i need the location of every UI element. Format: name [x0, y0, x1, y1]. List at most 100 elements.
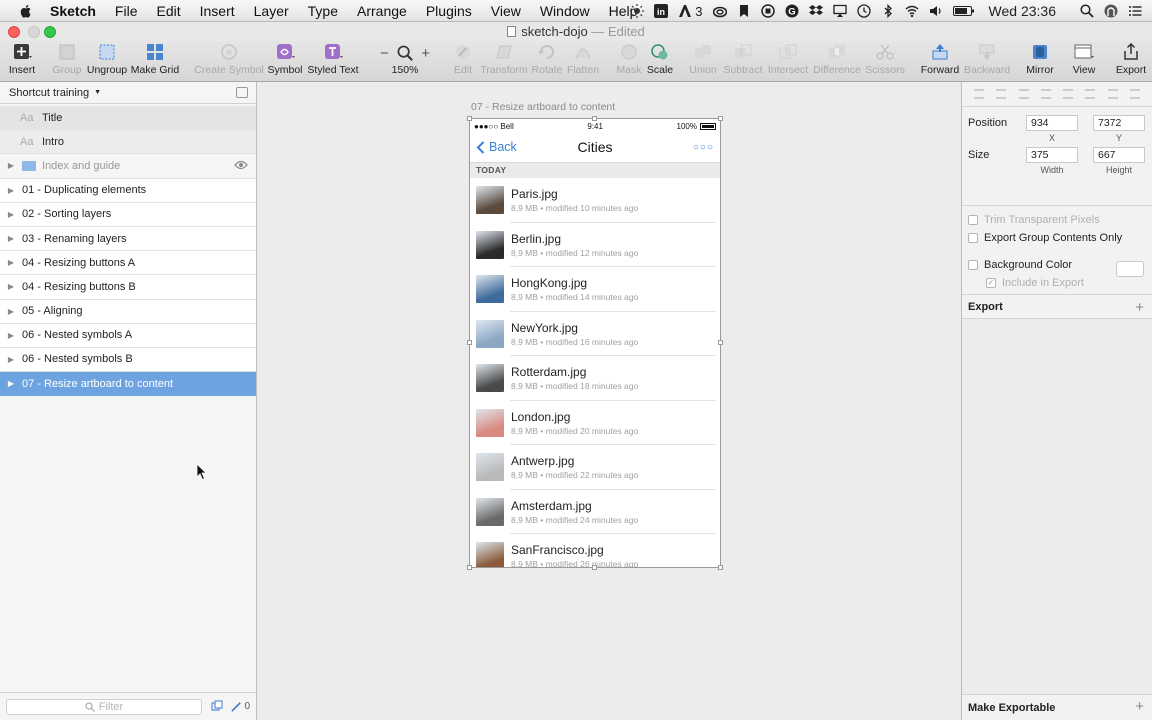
canvas[interactable]: 07 - Resize artboard to content ●●●○○ Be… [257, 82, 961, 720]
height-field[interactable]: 667 [1093, 147, 1145, 163]
list-item[interactable]: Berlin.jpg 8,9 MB • modified 12 minutes a… [470, 223, 720, 268]
disclosure-triangle-icon[interactable]: ▶ [0, 307, 22, 316]
make-exportable-plus-icon[interactable]: + [1135, 698, 1144, 715]
union-button[interactable]: Union [688, 41, 718, 81]
zoom-level[interactable]: 150% [388, 41, 422, 81]
styled-text-button[interactable]: Styled Text [307, 41, 359, 81]
page-picker[interactable]: Shortcut training ▼ [0, 82, 256, 104]
brightness-icon[interactable] [630, 4, 645, 18]
menu-window[interactable]: Window [540, 3, 590, 19]
bookmark-icon[interactable] [737, 4, 751, 18]
difference-button[interactable]: Difference [813, 41, 861, 81]
add-export-icon[interactable]: + [1135, 299, 1144, 316]
layer-row-title[interactable]: Aa Title [0, 106, 256, 131]
transform-button[interactable]: Transform [480, 41, 528, 81]
disclosure-triangle-icon[interactable]: ▶ [0, 210, 22, 219]
resize-handle[interactable] [718, 116, 723, 121]
resize-handle[interactable] [592, 116, 597, 121]
list-item[interactable]: NewYork.jpg 8,9 MB • modified 16 minutes … [470, 312, 720, 357]
resize-handle[interactable] [592, 565, 597, 570]
export-group-contents-checkbox[interactable]: Export Group Contents Only [968, 232, 1122, 244]
adobe-icon[interactable] [678, 4, 692, 18]
forward-button[interactable]: Forward [920, 41, 960, 81]
bluetooth-icon[interactable] [881, 4, 895, 18]
scissors-button[interactable]: Scissors [864, 41, 906, 81]
align-center-icon[interactable] [1018, 89, 1029, 99]
layer-row-index-and-guide[interactable]: ▶ Index and guide [0, 154, 256, 179]
make-exportable-bar[interactable]: Make Exportable + [962, 694, 1152, 720]
align-middle-icon[interactable] [1085, 89, 1096, 99]
disclosure-triangle-icon[interactable]: ▶ [0, 258, 22, 267]
dropbox-icon[interactable] [808, 4, 823, 18]
creative-cloud-icon[interactable] [712, 4, 727, 18]
list-item[interactable]: HongKong.jpg 8,9 MB • modified 14 minutes… [470, 267, 720, 312]
disclosure-triangle-icon[interactable]: ▶ [0, 331, 22, 340]
backward-button[interactable]: Backward [964, 41, 1010, 81]
align-right-icon[interactable] [1040, 89, 1051, 99]
distribute-vertical-icon[interactable] [1129, 89, 1140, 99]
trim-transparent-checkbox[interactable]: Trim Transparent Pixels [968, 214, 1100, 226]
create-symbol-button[interactable]: Create Symbol [194, 41, 264, 81]
resize-handle[interactable] [467, 565, 472, 570]
layer-row-artboard[interactable]: ▶ 06 - Nested symbols A [0, 323, 256, 348]
align-left-icon[interactable] [974, 89, 985, 99]
wifi-icon[interactable] [905, 4, 919, 18]
list-item[interactable]: Amsterdam.jpg 8,9 MB • modified 24 minute… [470, 490, 720, 535]
layer-row-artboard[interactable]: ▶ 05 - Aligning [0, 299, 256, 324]
disclosure-triangle-icon[interactable]: ▶ [0, 186, 22, 195]
linkedin-icon[interactable]: in [654, 4, 669, 18]
layer-row-artboard[interactable]: ▶ 02 - Sorting layers [0, 202, 256, 227]
user-icon[interactable] [1104, 4, 1118, 18]
align-bottom-icon[interactable] [1107, 89, 1118, 99]
more-icon[interactable]: ○○○ [693, 142, 714, 153]
menu-view[interactable]: View [491, 3, 521, 19]
resize-handle[interactable] [467, 116, 472, 121]
layer-row-artboard[interactable]: ▶ 04 - Resizing buttons B [0, 275, 256, 300]
y-field[interactable]: 7372 [1093, 115, 1145, 131]
list-item[interactable]: Rotterdam.jpg 8,9 MB • modified 18 minute… [470, 356, 720, 401]
copy-layers-icon[interactable] [211, 700, 223, 712]
grammarly-icon[interactable]: G [785, 4, 799, 18]
export-button[interactable]: Export [1114, 41, 1148, 81]
layer-row-intro[interactable]: Aa Intro [0, 130, 256, 155]
group-button[interactable]: Group [52, 41, 82, 81]
menu-insert[interactable]: Insert [200, 3, 235, 19]
background-color-checkbox[interactable]: Background Color [968, 259, 1072, 271]
layer-row-artboard[interactable]: ▶ 03 - Renaming layers [0, 226, 256, 252]
layer-row-artboard[interactable]: ▶ 06 - Nested symbols B [0, 347, 256, 373]
view-button[interactable]: View [1068, 41, 1100, 81]
menu-plugins[interactable]: Plugins [426, 3, 472, 19]
list-item[interactable]: Paris.jpg 8,9 MB • modified 10 minutes ag… [470, 178, 720, 223]
battery-icon[interactable] [952, 4, 975, 18]
background-color-swatch[interactable] [1116, 261, 1144, 277]
width-field[interactable]: 375 [1026, 147, 1078, 163]
disclosure-triangle-icon[interactable]: ▶ [0, 379, 22, 388]
airplay-icon[interactable] [832, 4, 847, 18]
menubar-clock[interactable]: Wed 23:36 [989, 3, 1056, 19]
ungroup-button[interactable]: Ungroup [87, 41, 127, 81]
disclosure-triangle-icon[interactable]: ▶ [0, 282, 22, 291]
layer-filter-input[interactable]: Filter [6, 699, 202, 715]
slice-count[interactable]: 0 [231, 701, 250, 712]
scale-button[interactable]: Scale [646, 41, 674, 81]
rotate-button[interactable]: Rotate [530, 41, 564, 81]
artboard[interactable]: ●●●○○ Bell 9:41 100% Back Cities ○○○ TOD… [469, 118, 721, 568]
disclosure-triangle-icon[interactable]: ▶ [0, 161, 22, 170]
resize-handle[interactable] [467, 340, 472, 345]
zoom-in-button[interactable]: + [421, 45, 430, 62]
layer-row-selected-artboard[interactable]: ▶ 07 - Resize artboard to content [0, 372, 256, 397]
symbol-button[interactable]: Symbol [268, 41, 303, 81]
collapse-pages-icon[interactable] [236, 87, 248, 98]
apple-icon[interactable] [18, 3, 34, 19]
list-item[interactable]: Antwerp.jpg 8,9 MB • modified 22 minutes … [470, 445, 720, 490]
layer-row-artboard[interactable]: ▶ 04 - Resizing buttons A [0, 251, 256, 276]
x-field[interactable]: 934 [1026, 115, 1078, 131]
menu-type[interactable]: Type [308, 3, 338, 19]
distribute-horizontal-icon[interactable] [996, 89, 1007, 99]
mask-button[interactable]: Mask [616, 41, 642, 81]
insert-button[interactable]: Insert [6, 41, 38, 81]
menu-arrange[interactable]: Arrange [357, 3, 407, 19]
mirror-button[interactable]: Mirror [1024, 41, 1056, 81]
disclosure-triangle-icon[interactable]: ▶ [0, 355, 22, 364]
artboard-title[interactable]: 07 - Resize artboard to content [471, 101, 615, 113]
